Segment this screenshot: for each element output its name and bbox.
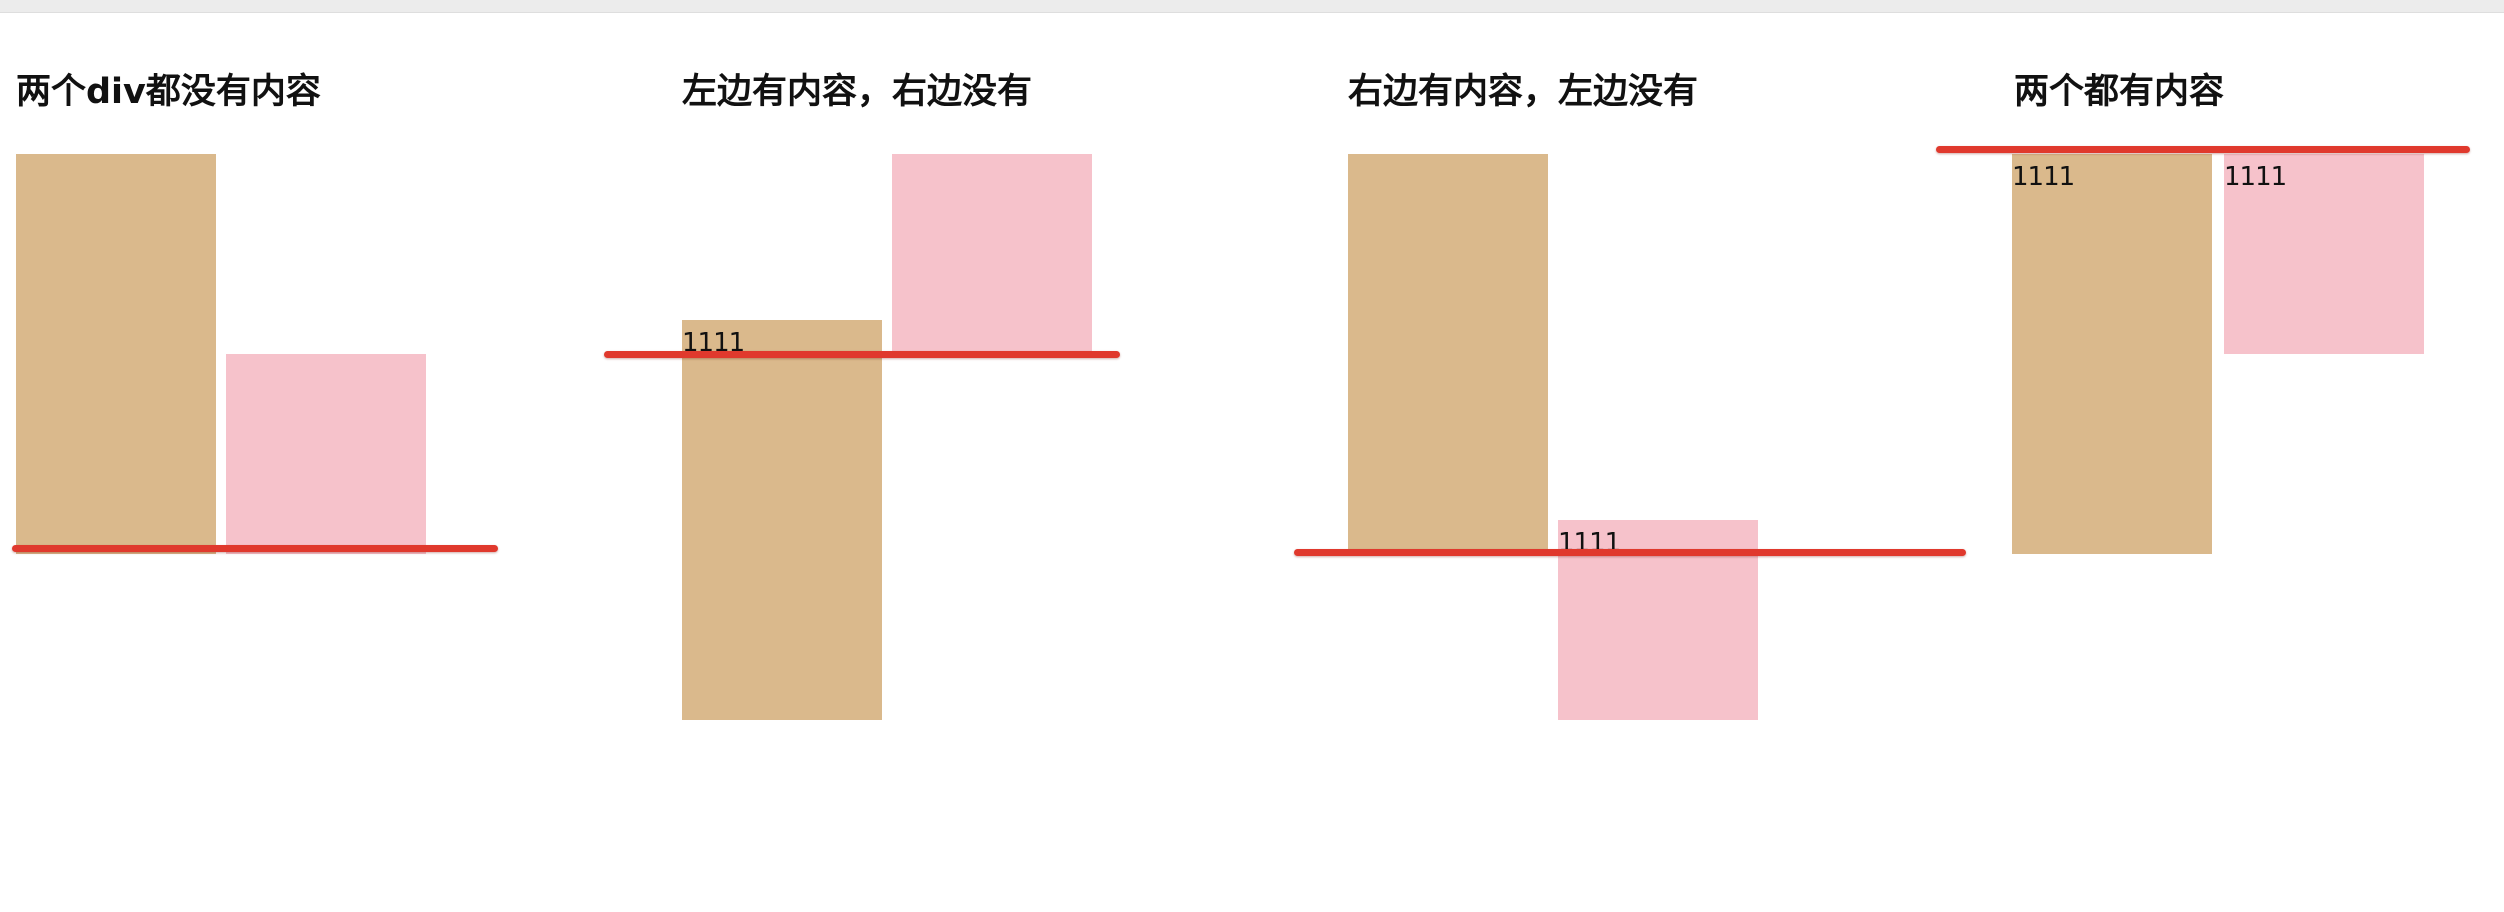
panel-3-left-box-text bbox=[1348, 154, 1548, 162]
panel-2-heading: 左边有内容，右边没有 bbox=[682, 72, 1033, 112]
panel-4-baseline-marker bbox=[1936, 146, 2470, 153]
panel-1-right-box-text bbox=[226, 354, 426, 362]
panel-1-left-box-text bbox=[16, 154, 216, 162]
panel-2-right-box-text bbox=[892, 154, 1092, 162]
diagram-stage: 两个div都没有内容 左边有内容，右边没有 1111 右边有内容，左边没有 11… bbox=[0, 0, 2504, 912]
panel-4-right-box-text: 1111 bbox=[2224, 162, 2287, 192]
panel-4-left-box-text: 1111 bbox=[2012, 162, 2075, 192]
panel-3-left-box bbox=[1348, 154, 1548, 554]
panel-3-baseline-marker bbox=[1294, 549, 1966, 556]
panel-1-baseline-marker bbox=[12, 545, 498, 552]
panel-2-baseline-marker bbox=[604, 351, 1120, 358]
panel-4-heading: 两个都有内容 bbox=[2014, 72, 2225, 112]
panel-3-heading: 右边有内容，左边没有 bbox=[1348, 72, 1699, 112]
panel-2-left-box: 1111 bbox=[682, 320, 882, 720]
panel-1-right-box bbox=[226, 354, 426, 554]
panel-4-left-box: 1111 bbox=[2012, 154, 2212, 554]
panel-4-right-box: 1111 bbox=[2224, 154, 2424, 354]
panel-2-right-box bbox=[892, 154, 1092, 354]
panel-1-heading: 两个div都没有内容 bbox=[16, 72, 321, 112]
panel-1-left-box bbox=[16, 154, 216, 554]
